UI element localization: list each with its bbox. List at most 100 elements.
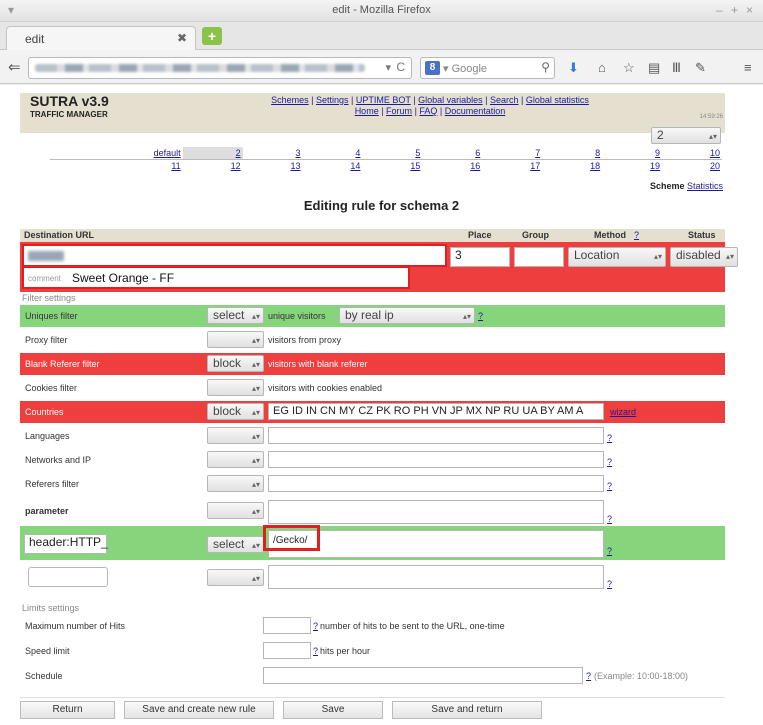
method-select[interactable]: Location ▴▾ bbox=[568, 247, 666, 267]
status-select[interactable]: disabled ▴▾ bbox=[670, 247, 738, 267]
link-forum[interactable]: Forum bbox=[386, 106, 412, 116]
schema-link[interactable]: 3 bbox=[242, 147, 303, 160]
schema-link[interactable]: 9 bbox=[602, 147, 663, 160]
save-create-new-button[interactable]: Save and create new rule bbox=[124, 701, 274, 719]
max-hits-input[interactable] bbox=[263, 617, 311, 634]
google-icon: 8 bbox=[425, 61, 440, 75]
referers-row: Referers filter ▴▾ ? bbox=[20, 473, 725, 495]
dropdown-arrow-icon[interactable]: ▾ bbox=[385, 61, 391, 74]
menu-icon[interactable]: ≡ bbox=[744, 60, 752, 75]
schema-link[interactable]: 15 bbox=[362, 160, 422, 173]
extra-value-input[interactable] bbox=[268, 565, 604, 589]
link-home[interactable]: Home bbox=[355, 106, 379, 116]
link-faq[interactable]: FAQ bbox=[419, 106, 437, 116]
link-schemes[interactable]: Schemes bbox=[271, 95, 309, 105]
extra-help[interactable]: ? bbox=[607, 579, 612, 589]
destination-url-input[interactable] bbox=[22, 244, 447, 267]
languages-input[interactable] bbox=[268, 427, 604, 444]
close-window-icon[interactable]: × bbox=[746, 3, 753, 17]
networks-select[interactable]: ▴▾ bbox=[207, 451, 264, 468]
link-global-variables[interactable]: Global variables bbox=[418, 95, 483, 105]
schema-link[interactable]: 14 bbox=[303, 160, 363, 173]
link-search[interactable]: Search bbox=[490, 95, 519, 105]
search-icon[interactable]: ⚲ bbox=[541, 60, 550, 74]
referers-help[interactable]: ? bbox=[607, 481, 612, 491]
header-help[interactable]: ? bbox=[607, 546, 612, 556]
parameter-help[interactable]: ? bbox=[607, 514, 612, 524]
minimize-icon[interactable]: – bbox=[716, 3, 723, 17]
networks-input[interactable] bbox=[268, 451, 604, 468]
uniques-help[interactable]: ? bbox=[478, 311, 483, 321]
languages-help[interactable]: ? bbox=[607, 433, 612, 443]
schema-link[interactable]: 19 bbox=[602, 160, 662, 173]
header-name-input[interactable]: header:HTTP_ bbox=[24, 534, 108, 554]
reading-list-icon[interactable]: ▤ bbox=[648, 60, 660, 76]
reload-icon[interactable]: C bbox=[396, 60, 405, 74]
blank-referer-select[interactable]: block ▴▾ bbox=[207, 355, 264, 372]
url-bar[interactable]: ▾ C bbox=[28, 57, 412, 79]
schema-link[interactable]: 8 bbox=[542, 147, 603, 160]
parameter-input[interactable] bbox=[268, 500, 604, 524]
uniques-mode-select[interactable]: by real ip ▴▾ bbox=[339, 307, 475, 324]
parameter-select[interactable]: ▴▾ bbox=[207, 502, 264, 519]
extra-name-input[interactable] bbox=[28, 567, 108, 587]
return-button[interactable]: Return bbox=[20, 701, 115, 719]
library-icon[interactable]: Ⅲ bbox=[672, 60, 681, 76]
statistics-link[interactable]: Statistics bbox=[687, 181, 723, 191]
place-input[interactable]: 3 bbox=[450, 247, 510, 267]
schema-link[interactable]: 17 bbox=[482, 160, 542, 173]
save-and-return-button[interactable]: Save and return bbox=[392, 701, 542, 719]
schema-link[interactable]: 13 bbox=[243, 160, 303, 173]
link-settings[interactable]: Settings bbox=[316, 95, 349, 105]
maximize-icon[interactable]: + bbox=[731, 3, 738, 17]
schema-link[interactable]: 11 bbox=[50, 160, 183, 173]
link-documentation[interactable]: Documentation bbox=[445, 106, 506, 116]
header-select[interactable]: select ▴▾ bbox=[207, 536, 264, 553]
bookmark-star-icon[interactable]: ☆ bbox=[623, 60, 635, 76]
schema-link[interactable]: 5 bbox=[362, 147, 423, 160]
cookies-select[interactable]: ▴▾ bbox=[207, 379, 264, 396]
speed-limit-input[interactable] bbox=[263, 642, 311, 659]
link-uptime-bot[interactable]: UPTIME BOT bbox=[356, 95, 411, 105]
comment-field[interactable]: comment Sweet Orange - FF bbox=[22, 266, 410, 289]
link-global-statistics[interactable]: Global statistics bbox=[526, 95, 589, 105]
countries-input[interactable]: EG ID IN CN MY CZ PK RO PH VN JP MX NP R… bbox=[268, 403, 604, 420]
referers-input[interactable] bbox=[268, 475, 604, 492]
speed-help[interactable]: ? bbox=[313, 646, 318, 656]
countries-select[interactable]: block ▴▾ bbox=[207, 403, 264, 420]
schema-link[interactable]: 20 bbox=[662, 160, 722, 173]
save-button[interactable]: Save bbox=[283, 701, 383, 719]
close-icon[interactable]: ✖ bbox=[177, 31, 187, 45]
schema-link[interactable]: default bbox=[50, 147, 183, 160]
search-bar[interactable]: 8 ▾ Google ⚲ bbox=[420, 57, 555, 79]
schema-link[interactable]: 12 bbox=[183, 160, 243, 173]
languages-select[interactable]: ▴▾ bbox=[207, 427, 264, 444]
schema-link[interactable]: 4 bbox=[302, 147, 363, 160]
referers-select[interactable]: ▴▾ bbox=[207, 475, 264, 492]
schema-table: default 2 3 4 5 6 7 8 9 10 11 12 13 14 1… bbox=[50, 147, 722, 172]
addon-icon[interactable]: ✎ bbox=[695, 60, 706, 76]
group-input[interactable] bbox=[514, 247, 564, 267]
download-icon[interactable]: ⬇ bbox=[568, 60, 579, 76]
countries-wizard-link[interactable]: wizard bbox=[610, 407, 636, 417]
schedule-input[interactable] bbox=[263, 667, 583, 684]
schedule-help[interactable]: ? bbox=[586, 671, 591, 681]
method-help[interactable]: ? bbox=[634, 230, 639, 240]
schema-link[interactable]: 6 bbox=[422, 147, 483, 160]
schema-link[interactable]: 18 bbox=[542, 160, 602, 173]
schema-link[interactable]: 7 bbox=[482, 147, 543, 160]
schema-link[interactable]: 10 bbox=[662, 147, 722, 160]
extra-select[interactable]: ▴▾ bbox=[207, 569, 264, 586]
back-arrow-icon[interactable]: ⇐ bbox=[8, 58, 21, 76]
schema-link[interactable]: 16 bbox=[422, 160, 482, 173]
new-tab-icon[interactable]: + bbox=[202, 27, 222, 45]
uniques-select[interactable]: select ▴▾ bbox=[207, 307, 264, 324]
home-icon[interactable]: ⌂ bbox=[598, 60, 606, 75]
schema-select[interactable]: 2 ▴▾ bbox=[651, 127, 721, 144]
schema-link-current[interactable]: 2 bbox=[182, 147, 243, 160]
proxy-select[interactable]: ▴▾ bbox=[207, 331, 264, 348]
networks-help[interactable]: ? bbox=[607, 457, 612, 467]
tab-edit[interactable]: edit ✖ bbox=[6, 26, 196, 50]
max-hits-help[interactable]: ? bbox=[313, 621, 318, 631]
header-value-input[interactable]: /Gecko/ bbox=[263, 525, 604, 558]
